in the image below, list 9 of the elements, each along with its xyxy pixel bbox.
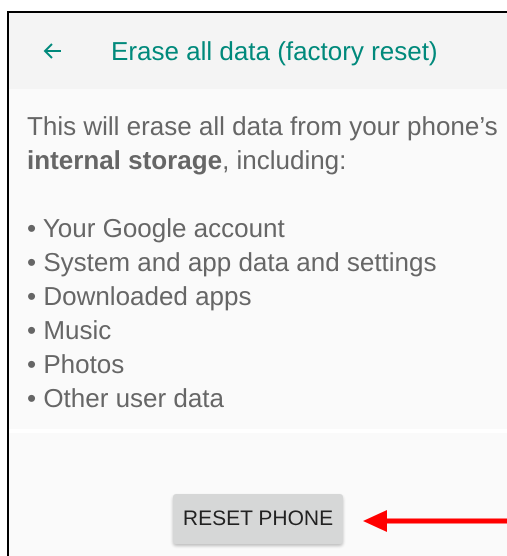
list-item: • Other user data: [27, 382, 225, 415]
list-item: • System and app data and settings: [27, 246, 438, 279]
list-item: • Your Google account: [27, 212, 286, 245]
description-text: This will erase all data from your phone’s internal storage, including:: [27, 110, 499, 177]
list-item: • Music: [27, 314, 112, 347]
list-item: • Photos: [27, 348, 126, 381]
list-item: • Downloaded apps: [27, 280, 252, 313]
page-title: Erase all data (factory reset): [111, 34, 438, 68]
reset-button[interactable]: RESET PHONE: [172, 494, 344, 544]
